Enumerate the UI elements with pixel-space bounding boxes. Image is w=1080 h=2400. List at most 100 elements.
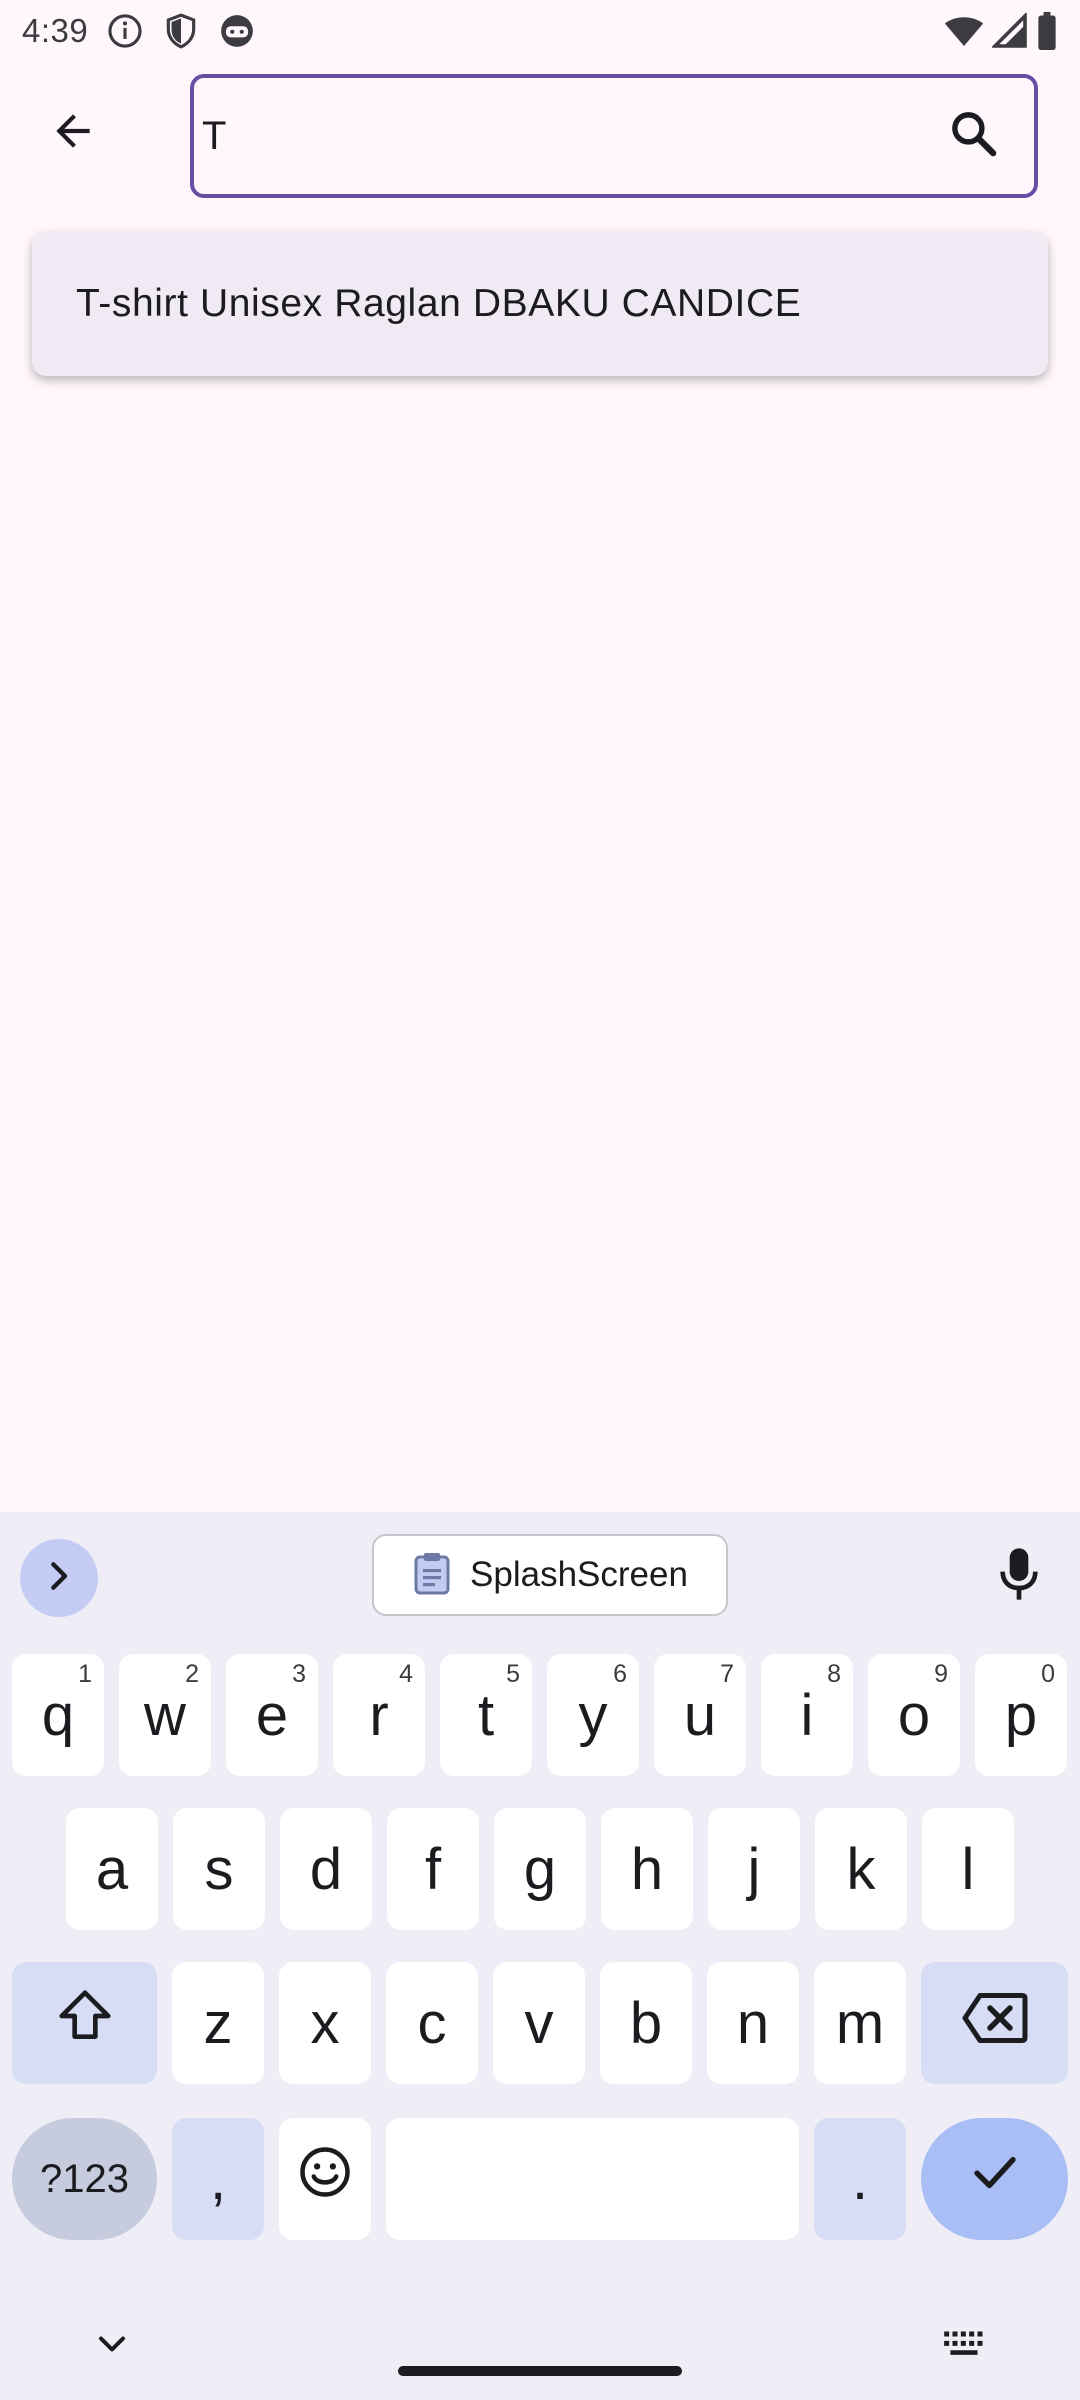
key-j[interactable]: j — [708, 1808, 800, 1930]
key-l[interactable]: l — [922, 1808, 1014, 1930]
checkmark-icon — [968, 2145, 1022, 2213]
key-hint: 9 — [934, 1660, 948, 1688]
key-label: r — [369, 1682, 389, 1748]
key-w[interactable]: w2 — [119, 1654, 211, 1776]
suggestion-item[interactable]: T-shirt Unisex Raglan DBAKU CANDICE — [32, 232, 1048, 376]
key-hint: 2 — [185, 1660, 199, 1688]
key-hint: 6 — [613, 1660, 627, 1688]
key-hint: 3 — [292, 1660, 306, 1688]
status-right — [944, 12, 1058, 50]
keyboard-nav-row — [0, 2292, 1080, 2400]
key-c[interactable]: c — [386, 1962, 478, 2084]
key-label: o — [897, 1682, 931, 1748]
key-s[interactable]: s — [173, 1808, 265, 1930]
key-m[interactable]: m — [814, 1962, 906, 2084]
key-g[interactable]: g — [494, 1808, 586, 1930]
search-field-container[interactable] — [190, 74, 1038, 198]
clipboard-suggestion-chip[interactable]: SplashScreen — [372, 1534, 728, 1616]
search-input[interactable] — [194, 78, 914, 194]
emoji-key[interactable] — [279, 2118, 371, 2240]
key-label: z — [203, 1990, 233, 2056]
backspace-icon — [962, 1990, 1028, 2057]
key-label: i — [800, 1682, 814, 1748]
signal-icon — [992, 13, 1028, 49]
chevron-right-icon — [39, 1556, 79, 1601]
microphone-icon — [997, 1546, 1041, 1607]
info-icon — [106, 12, 144, 50]
period-label: . — [851, 2146, 869, 2212]
suggestion-label: T-shirt Unisex Raglan DBAKU CANDICE — [76, 282, 802, 325]
key-label: u — [683, 1682, 717, 1748]
backspace-key[interactable] — [921, 1962, 1068, 2084]
comma-label: , — [209, 2146, 227, 2212]
key-hint: 5 — [506, 1660, 520, 1688]
emoji-icon — [298, 2145, 352, 2213]
key-label: y — [578, 1682, 608, 1748]
key-o[interactable]: o9 — [868, 1654, 960, 1776]
hide-keyboard-button[interactable] — [90, 2322, 134, 2371]
key-r[interactable]: r4 — [333, 1654, 425, 1776]
keyboard-icon — [940, 2331, 990, 2370]
key-label: j — [747, 1836, 761, 1902]
key-x[interactable]: x — [279, 1962, 371, 2084]
key-label: t — [477, 1682, 495, 1748]
space-key[interactable] — [386, 2118, 799, 2240]
key-e[interactable]: e3 — [226, 1654, 318, 1776]
home-gesture-bar[interactable] — [398, 2366, 682, 2376]
key-label: m — [835, 1990, 885, 2056]
arrow-left-icon — [48, 106, 98, 161]
symbols-key[interactable]: ?123 — [12, 2118, 157, 2240]
key-label: s — [204, 1836, 234, 1902]
key-z[interactable]: z — [172, 1962, 264, 2084]
key-label: g — [523, 1836, 557, 1902]
key-y[interactable]: y6 — [547, 1654, 639, 1776]
key-hint: 8 — [827, 1660, 841, 1688]
key-v[interactable]: v — [493, 1962, 585, 2084]
voice-input-button[interactable] — [986, 1536, 1052, 1616]
android-face-icon — [218, 12, 256, 50]
key-label: w — [144, 1682, 186, 1748]
key-label: d — [309, 1836, 343, 1902]
key-label: a — [95, 1836, 129, 1902]
key-hint: 4 — [399, 1660, 413, 1688]
key-label: p — [1004, 1682, 1038, 1748]
key-q[interactable]: q1 — [12, 1654, 104, 1776]
keyboard-expand-button[interactable] — [20, 1539, 98, 1617]
key-label: k — [846, 1836, 876, 1902]
key-f[interactable]: f — [387, 1808, 479, 1930]
key-p[interactable]: p0 — [975, 1654, 1067, 1776]
search-button[interactable] — [914, 78, 1034, 194]
comma-key[interactable]: , — [172, 2118, 264, 2240]
key-label: f — [424, 1836, 442, 1902]
key-label: x — [310, 1990, 340, 2056]
key-label: q — [41, 1682, 75, 1748]
shift-icon — [54, 1985, 116, 2061]
keyboard-switch-button[interactable] — [940, 2322, 990, 2371]
shift-key[interactable] — [12, 1962, 157, 2084]
key-hint: 1 — [78, 1660, 92, 1688]
key-u[interactable]: u7 — [654, 1654, 746, 1776]
key-i[interactable]: i8 — [761, 1654, 853, 1776]
key-label: l — [961, 1836, 975, 1902]
key-label: h — [630, 1836, 664, 1902]
back-button[interactable] — [40, 100, 106, 166]
shield-icon — [162, 12, 200, 50]
chevron-down-icon — [90, 2336, 134, 2370]
key-d[interactable]: d — [280, 1808, 372, 1930]
symbols-label: ?123 — [40, 2156, 129, 2201]
status-left: 4:39 — [22, 12, 256, 50]
search-icon — [947, 107, 1001, 166]
status-time: 4:39 — [22, 12, 89, 49]
clipboard-icon — [412, 1551, 452, 1600]
key-n[interactable]: n — [707, 1962, 799, 2084]
enter-key[interactable] — [921, 2118, 1068, 2240]
key-k[interactable]: k — [815, 1808, 907, 1930]
key-b[interactable]: b — [600, 1962, 692, 2084]
key-h[interactable]: h — [601, 1808, 693, 1930]
key-t[interactable]: t5 — [440, 1654, 532, 1776]
period-key[interactable]: . — [814, 2118, 906, 2240]
key-a[interactable]: a — [66, 1808, 158, 1930]
wifi-icon — [944, 13, 984, 49]
battery-icon — [1036, 12, 1058, 50]
key-hint: 0 — [1041, 1660, 1055, 1688]
